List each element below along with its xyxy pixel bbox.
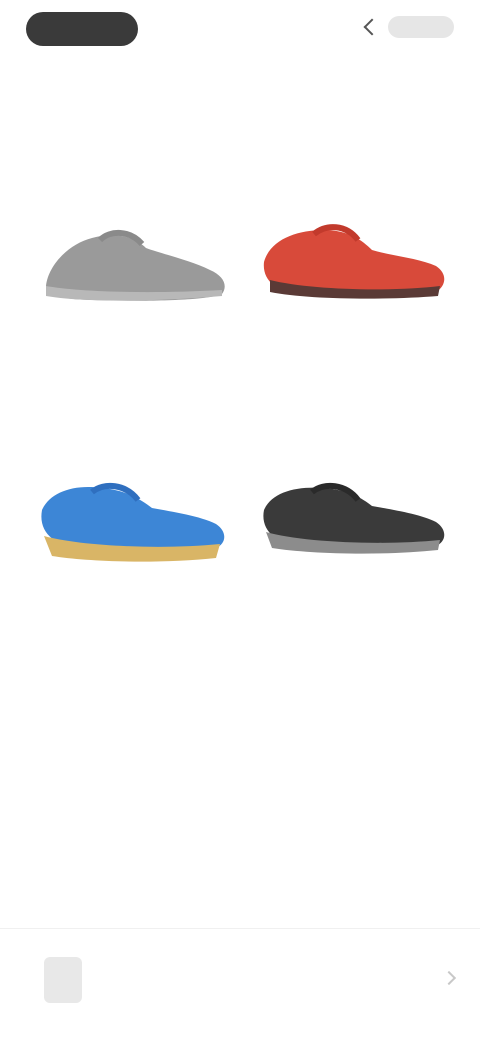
brand-logo-icon[interactable] bbox=[26, 12, 138, 46]
shoe-red-icon bbox=[263, 224, 445, 299]
product-card[interactable] bbox=[30, 470, 234, 700]
bottom-bar[interactable] bbox=[0, 928, 480, 1027]
chevron-left-icon[interactable] bbox=[363, 18, 381, 36]
shoe-grey-icon bbox=[46, 230, 225, 301]
shoe-blue-icon bbox=[41, 482, 225, 562]
product-card[interactable] bbox=[250, 200, 454, 430]
shoe-black-icon bbox=[263, 482, 445, 554]
product-grid bbox=[30, 200, 454, 700]
chevron-right-icon[interactable] bbox=[441, 970, 457, 986]
top-header bbox=[0, 0, 480, 70]
product-card[interactable] bbox=[250, 470, 454, 700]
product-card[interactable] bbox=[30, 200, 234, 430]
product-thumbnail-icon[interactable] bbox=[44, 957, 82, 1003]
header-action[interactable] bbox=[363, 16, 454, 38]
header-action-button[interactable] bbox=[388, 16, 454, 38]
